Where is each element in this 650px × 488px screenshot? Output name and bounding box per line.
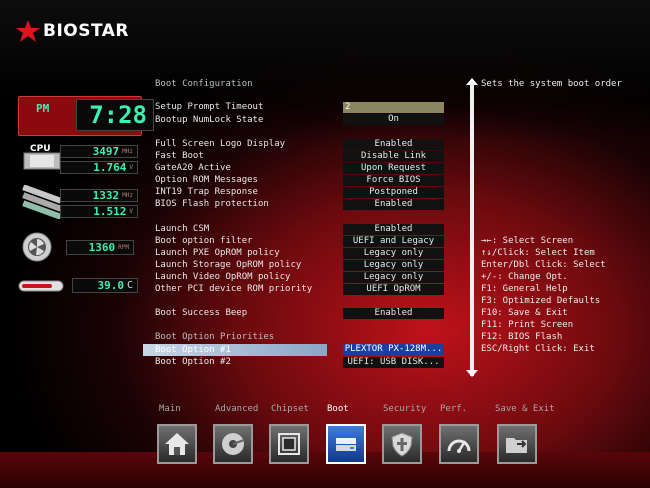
help-key-f3: F3: Optimized Defaults	[481, 296, 601, 306]
menu-item-option-rom-messages[interactable]: Option ROM Messages	[155, 174, 258, 186]
help-key-f1: F1: General Help	[481, 284, 568, 294]
memory-voltage-readout: 1.512 V	[60, 205, 138, 218]
brand-name: BIOSTAR	[43, 21, 130, 41]
clock-ampm: PM	[36, 102, 50, 115]
scrollbar[interactable]	[470, 82, 474, 376]
int19-trap-value[interactable]: Postponed	[343, 187, 444, 198]
menu-item-int19-trap[interactable]: INT19 Trap Response	[155, 186, 258, 198]
gatea20-value[interactable]: Upon Request	[343, 163, 444, 174]
bios-flash-protection-value[interactable]: Enabled	[343, 199, 444, 210]
menu-item-boot-option-2[interactable]: Boot Option #2	[155, 356, 231, 368]
fast-boot-value[interactable]: Disable Link	[343, 151, 444, 162]
tab-boot[interactable]: Boot	[327, 404, 349, 414]
tab-save-exit-button[interactable]	[497, 424, 537, 464]
launch-storage-value[interactable]: Legacy only	[343, 260, 444, 271]
help-key-select-screen: →←: Select Screen	[481, 236, 574, 246]
gauge-icon	[447, 439, 471, 453]
boot-option-filter-value[interactable]: UEFI and Legacy	[343, 236, 444, 247]
fan-widget: 1360 RPM	[20, 232, 138, 262]
menu-item-launch-video[interactable]: Launch Video OpROM policy	[155, 271, 290, 283]
cpu-widget: CPU 3497 MHz 1.764 V	[18, 143, 138, 175]
folder-exit-icon	[506, 438, 527, 453]
menu-item-boot-option-filter[interactable]: Boot option filter	[155, 235, 253, 247]
tab-chipset-button[interactable]	[269, 424, 309, 464]
tab-advanced[interactable]: Advanced	[215, 404, 258, 414]
launch-video-value[interactable]: Legacy only	[343, 272, 444, 283]
full-screen-logo-value[interactable]: Enabled	[343, 139, 444, 150]
setup-prompt-timeout-value[interactable]: 2	[343, 102, 444, 113]
menu-item-gatea20-active[interactable]: GateA20 Active	[155, 162, 231, 174]
clock-widget: PM 7:28	[18, 96, 154, 136]
menu-item-launch-pxe[interactable]: Launch PXE OpROM policy	[155, 247, 280, 259]
scroll-down-arrow-icon[interactable]	[466, 370, 478, 377]
drive-icon	[336, 438, 356, 451]
memory-module-icon	[22, 185, 62, 219]
tab-chipset[interactable]: Chipset	[271, 404, 309, 414]
help-key-enter: Enter/Dbl Click: Select	[481, 260, 606, 270]
launch-csm-value[interactable]: Enabled	[343, 224, 444, 235]
menu-item-launch-csm[interactable]: Launch CSM	[155, 223, 209, 235]
help-description: Sets the system boot order	[481, 79, 622, 89]
disc-icon	[222, 433, 245, 455]
menu-item-full-screen-logo[interactable]: Full Screen Logo Display	[155, 138, 285, 150]
tab-main[interactable]: Main	[159, 404, 181, 414]
tab-save-exit[interactable]: Save & Exit	[495, 404, 555, 414]
help-key-change-opt: +/-: Change Opt.	[481, 272, 568, 282]
chip-icon	[278, 433, 300, 455]
menu-item-fast-boot[interactable]: Fast Boot	[155, 150, 204, 162]
shield-icon	[391, 432, 413, 457]
help-key-esc: ESC/Right Click: Exit	[481, 344, 595, 354]
help-key-f10: F10: Save & Exit	[481, 308, 568, 318]
boot-option-2-value[interactable]: UEFI: USB DISK...	[343, 357, 444, 368]
menu-item-bios-flash-protection[interactable]: BIOS Flash protection	[155, 198, 269, 210]
cpu-voltage-readout: 1.764 V	[60, 161, 138, 174]
floor-band	[0, 452, 650, 488]
section-title-boot-configuration: Boot Configuration	[155, 79, 253, 89]
tab-advanced-button[interactable]	[213, 424, 253, 464]
option-rom-messages-value[interactable]: Force BIOS	[343, 175, 444, 186]
memory-widget: 1332 MHz 1.512 V	[18, 185, 138, 219]
menu-item-boot-success-beep[interactable]: Boot Success Beep	[155, 307, 247, 319]
memory-freq-readout: 1332 MHz	[60, 189, 138, 202]
boot-success-beep-value[interactable]: Enabled	[343, 308, 444, 319]
thermometer-icon	[18, 280, 64, 292]
temperature-readout: 39.0 C	[72, 278, 138, 293]
temperature-widget: 39.0 C	[16, 277, 140, 295]
tab-security[interactable]: Security	[383, 404, 426, 414]
help-key-select-item: ↑↓/Click: Select Item	[481, 248, 595, 258]
fan-icon	[22, 232, 52, 262]
bootup-numlock-value[interactable]: On	[343, 114, 444, 125]
fan-rpm-readout: 1360 RPM	[66, 240, 134, 255]
menu-item-other-pci-rom[interactable]: Other PCI device ROM priority	[155, 283, 312, 295]
cpu-label: CPU	[30, 144, 51, 154]
clock-time: 7:28	[76, 99, 154, 131]
menu-item-launch-storage[interactable]: Launch Storage OpROM policy	[155, 259, 301, 271]
tab-perf-button[interactable]	[439, 424, 479, 464]
menu-item-setup-prompt-timeout[interactable]: Setup Prompt Timeout	[155, 101, 263, 113]
cpu-freq-readout: 3497 MHz	[60, 145, 138, 158]
home-icon	[165, 433, 189, 455]
other-pci-rom-value[interactable]: UEFI OpROM	[343, 284, 444, 295]
tab-main-button[interactable]	[157, 424, 197, 464]
launch-pxe-value[interactable]: Legacy only	[343, 248, 444, 259]
menu-item-boot-option-1[interactable]: Boot Option #1	[155, 344, 231, 356]
help-key-f11: F11: Print Screen	[481, 320, 574, 330]
menu-item-bootup-numlock-state[interactable]: Bootup NumLock State	[155, 114, 263, 126]
star-logo-icon	[16, 20, 40, 42]
biostar-logo: BIOSTAR	[16, 20, 129, 42]
tab-security-button[interactable]	[382, 424, 422, 464]
help-key-f12: F12: BIOS Flash	[481, 332, 563, 342]
tab-perf[interactable]: Perf.	[440, 404, 467, 414]
tab-boot-button[interactable]	[326, 424, 366, 464]
section-title-boot-priorities: Boot Option Priorities	[155, 332, 275, 342]
boot-option-1-value[interactable]: PLEXTOR PX-128M...	[343, 344, 444, 355]
